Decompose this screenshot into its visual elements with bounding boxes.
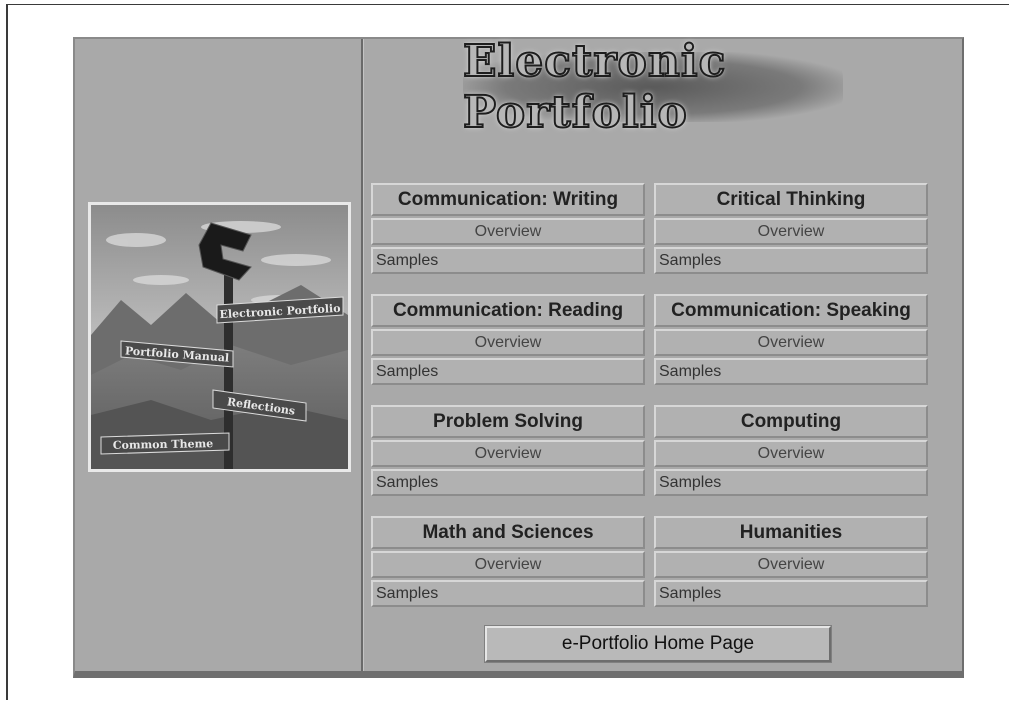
page-title: Electronic Portfolio	[462, 35, 727, 139]
overview-link[interactable]: Overview	[371, 551, 645, 578]
title-banner: Electronic Portfolio	[462, 35, 843, 139]
samples-link[interactable]: Samples	[654, 247, 928, 274]
topic-heading[interactable]: Problem Solving	[371, 405, 645, 438]
overview-link[interactable]: Overview	[654, 218, 928, 245]
topic-heading[interactable]: Communication: Speaking	[654, 294, 928, 327]
samples-link[interactable]: Samples	[654, 358, 928, 385]
portfolio-panel: Electronic Portfolio Portfolio Manual Re…	[73, 35, 964, 678]
signpost-image: Electronic Portfolio Portfolio Manual Re…	[88, 202, 351, 472]
overview-link[interactable]: Overview	[371, 440, 645, 467]
overview-link[interactable]: Overview	[654, 551, 928, 578]
topic-problem-solving: Problem Solving Overview Samples	[371, 405, 645, 498]
topic-heading[interactable]: Communication: Reading	[371, 294, 645, 327]
topic-computing: Computing Overview Samples	[654, 405, 928, 498]
samples-link[interactable]: Samples	[654, 580, 928, 607]
topic-humanities: Humanities Overview Samples	[654, 516, 928, 609]
sign-label-common-theme: Common Theme	[113, 437, 214, 452]
topic-communication-writing: Communication: Writing Overview Samples	[371, 183, 645, 276]
overview-link[interactable]: Overview	[371, 329, 645, 356]
samples-link[interactable]: Samples	[371, 580, 645, 607]
column-divider	[361, 39, 364, 671]
topic-communication-speaking: Communication: Speaking Overview Samples	[654, 294, 928, 387]
topic-heading[interactable]: Communication: Writing	[371, 183, 645, 216]
samples-link[interactable]: Samples	[371, 247, 645, 274]
topic-heading[interactable]: Humanities	[654, 516, 928, 549]
topic-critical-thinking: Critical Thinking Overview Samples	[654, 183, 928, 276]
topic-heading[interactable]: Critical Thinking	[654, 183, 928, 216]
samples-link[interactable]: Samples	[654, 469, 928, 496]
topic-heading[interactable]: Math and Sciences	[371, 516, 645, 549]
samples-link[interactable]: Samples	[371, 358, 645, 385]
topic-communication-reading: Communication: Reading Overview Samples	[371, 294, 645, 387]
home-page-button[interactable]: e-Portfolio Home Page	[484, 625, 832, 663]
topic-math-and-sciences: Math and Sciences Overview Samples	[371, 516, 645, 609]
topic-heading[interactable]: Computing	[654, 405, 928, 438]
overview-link[interactable]: Overview	[371, 218, 645, 245]
sign-common-theme[interactable]: Common Theme	[100, 432, 230, 455]
samples-link[interactable]: Samples	[371, 469, 645, 496]
overview-link[interactable]: Overview	[654, 440, 928, 467]
overview-link[interactable]: Overview	[654, 329, 928, 356]
